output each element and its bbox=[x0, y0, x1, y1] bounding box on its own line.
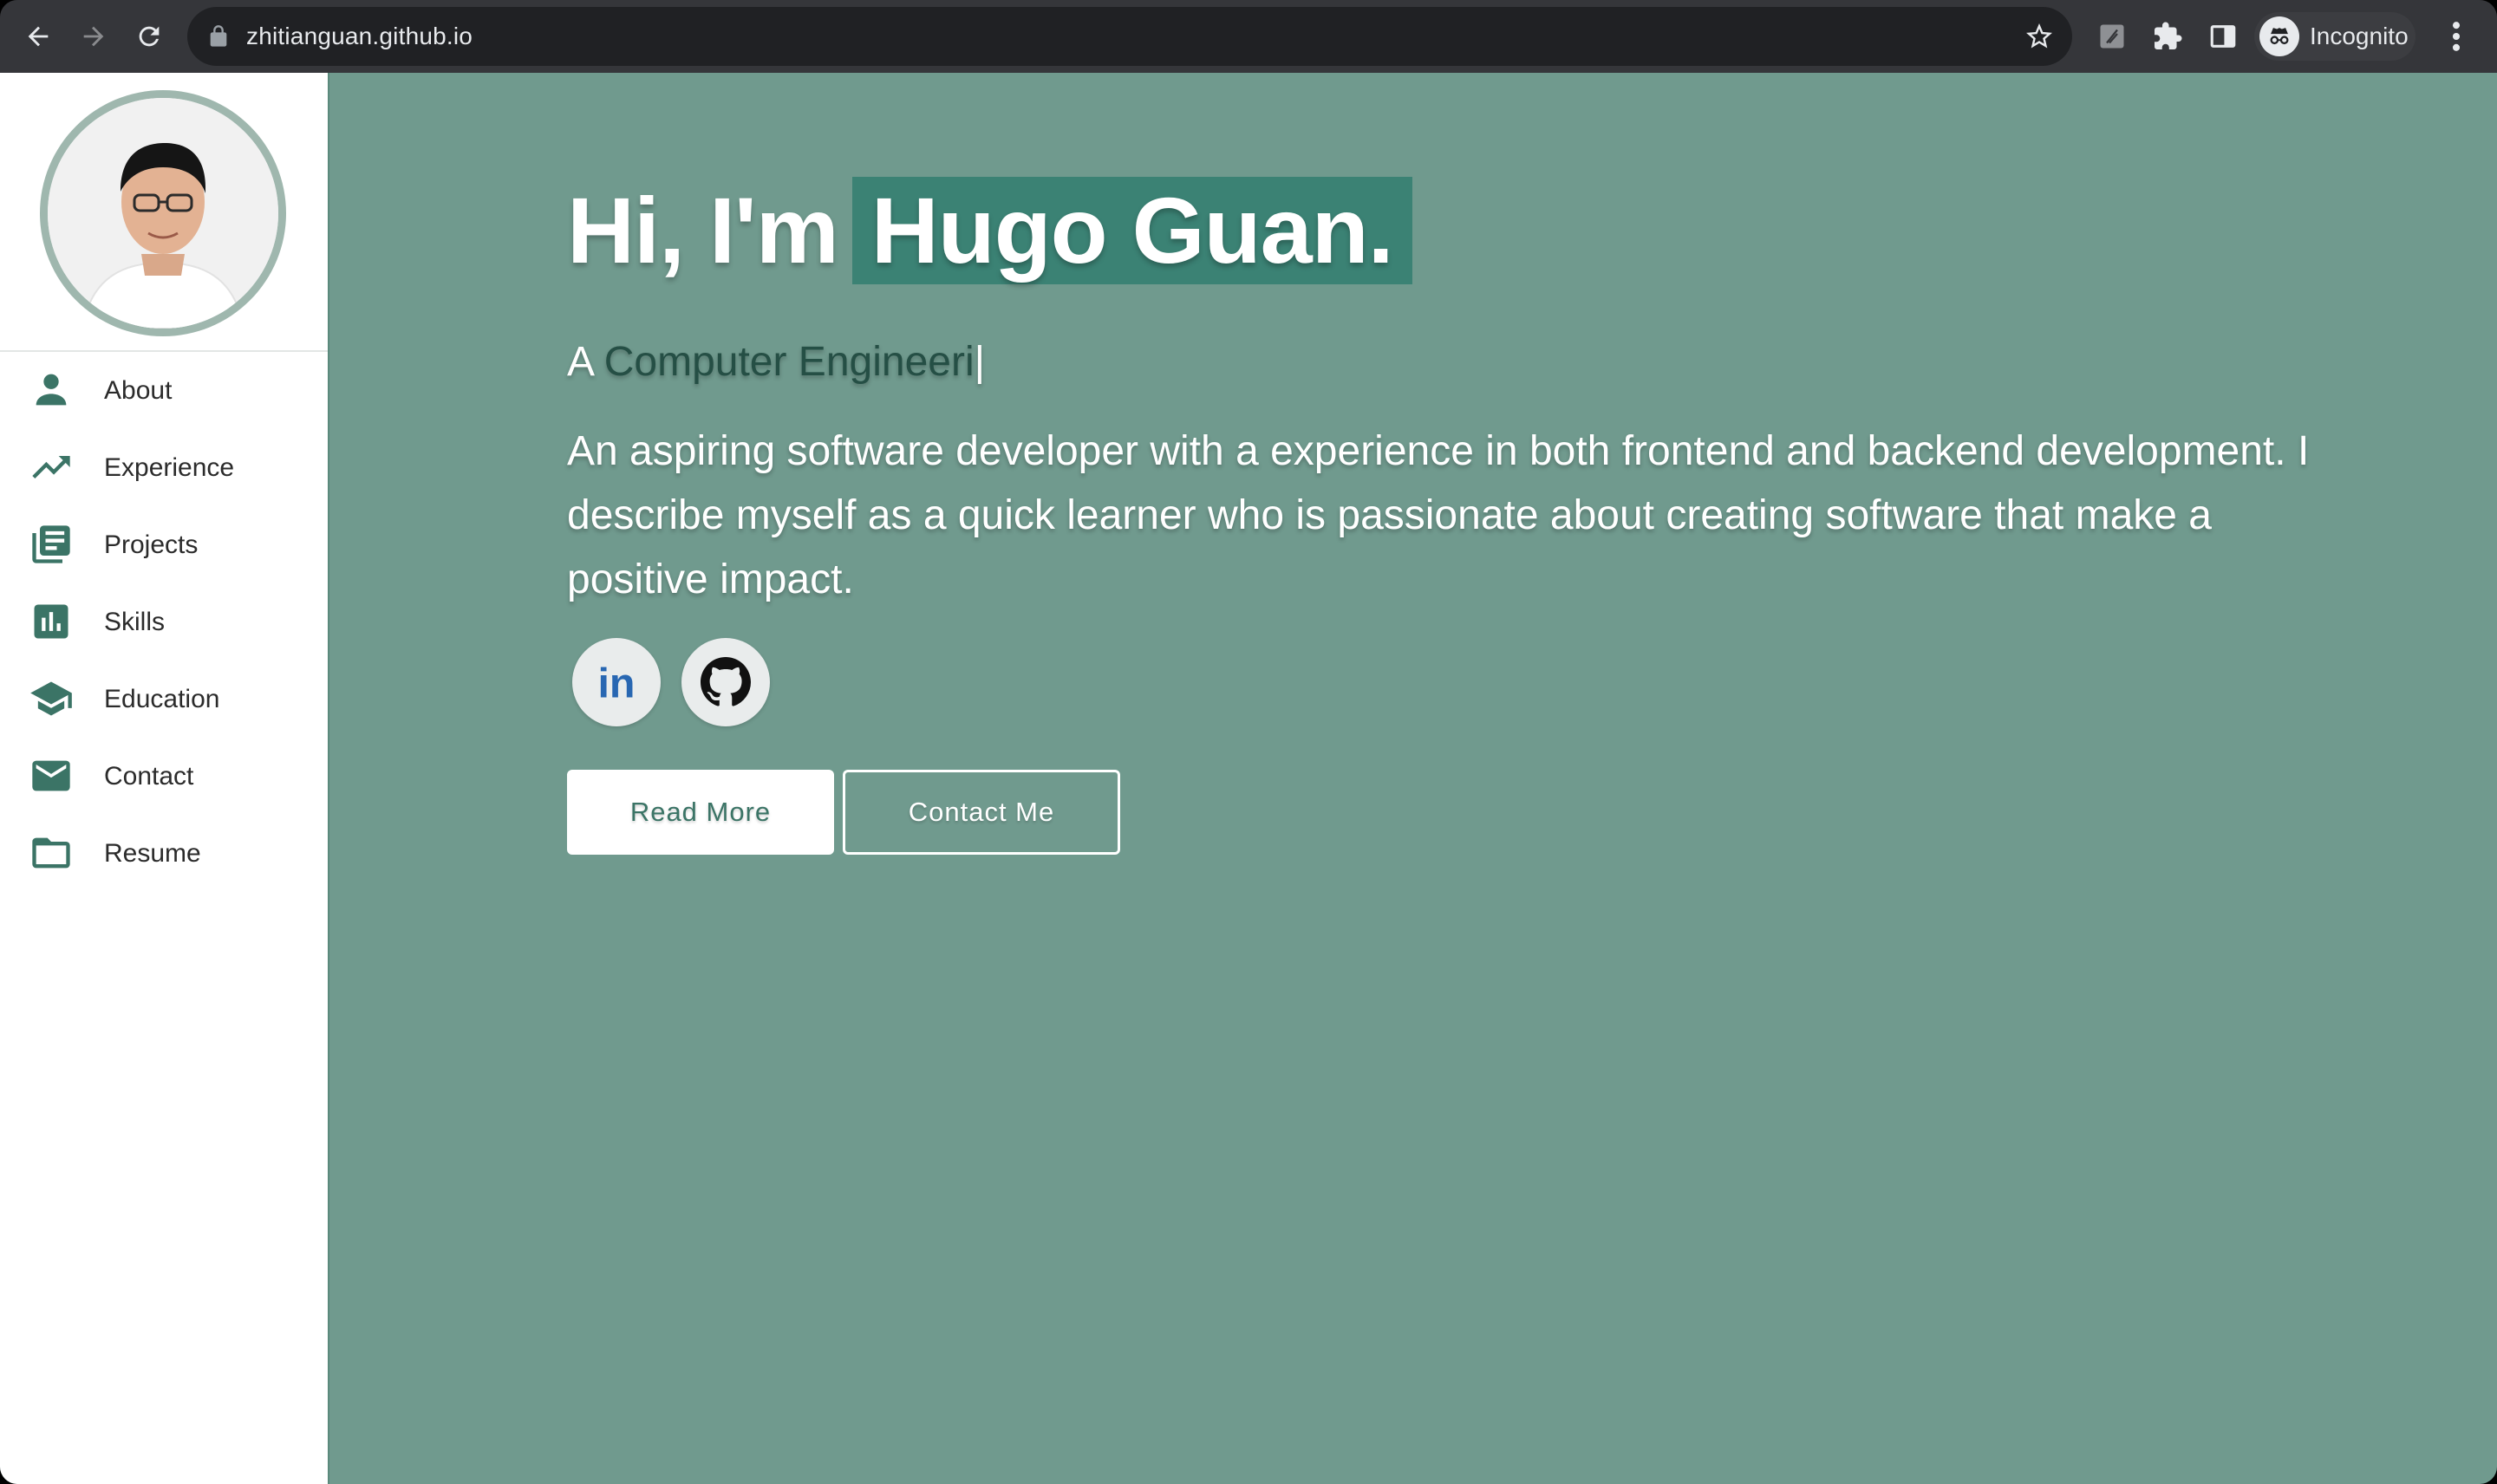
read-more-button[interactable]: Read More bbox=[567, 770, 834, 855]
sidebar-item-experience[interactable]: Experience bbox=[0, 429, 328, 506]
person-icon bbox=[26, 368, 76, 413]
sidebar-item-label: Contact bbox=[104, 761, 194, 791]
github-button[interactable] bbox=[681, 638, 770, 726]
sidebar-item-projects[interactable]: Projects bbox=[0, 506, 328, 583]
hero-name-highlight: Hugo Guan. bbox=[851, 177, 1412, 284]
bar-chart-icon bbox=[26, 599, 76, 644]
social-links: in bbox=[572, 638, 770, 728]
extension-button[interactable] bbox=[2095, 19, 2129, 54]
contact-me-button[interactable]: Contact Me bbox=[843, 770, 1120, 855]
library-books-icon bbox=[26, 522, 76, 567]
reload-button[interactable] bbox=[128, 16, 170, 57]
puzzle-icon bbox=[2155, 22, 2182, 49]
hero-heading: Hi, I'm Hugo Guan. bbox=[567, 177, 1412, 290]
tagline-prefix: A bbox=[567, 339, 593, 385]
profile-photo bbox=[48, 98, 278, 329]
extension-icon bbox=[2100, 24, 2124, 49]
browser-window: zhitianguan.github.io Incognito About Ex… bbox=[0, 0, 2497, 1484]
sidebar-item-contact[interactable]: Contact bbox=[0, 738, 328, 815]
hero-bio: An aspiring software developer with a ex… bbox=[567, 428, 2310, 602]
sidebar-item-resume[interactable]: Resume bbox=[0, 815, 328, 892]
sidebar-item-label: About bbox=[104, 375, 173, 405]
hero-tagline: A Computer Engineeri| bbox=[567, 338, 985, 386]
sidebar: About Experience Projects Skills Educati… bbox=[0, 73, 329, 1484]
sidebar-item-label: Experience bbox=[104, 452, 235, 482]
hero-greeting: Hi, I'm bbox=[567, 178, 839, 283]
trending-up-icon bbox=[26, 445, 76, 490]
back-button[interactable] bbox=[17, 16, 59, 57]
sidebar-item-label: Education bbox=[104, 684, 220, 713]
tagline-typed-text: Computer Engineeri bbox=[603, 339, 975, 385]
side-panel-button[interactable] bbox=[2206, 19, 2240, 54]
github-icon bbox=[701, 657, 751, 706]
hero-buttons: Read More Contact Me bbox=[567, 770, 1120, 855]
reload-icon bbox=[139, 26, 160, 47]
menu-icon[interactable] bbox=[2443, 17, 2469, 55]
sidebar-item-label: Projects bbox=[104, 530, 199, 559]
avatar bbox=[48, 98, 278, 329]
sidebar-item-label: Resume bbox=[104, 838, 201, 868]
sidebar-item-label: Skills bbox=[104, 607, 166, 636]
avatar-frame bbox=[40, 90, 286, 336]
browser-toolbar: zhitianguan.github.io Incognito bbox=[0, 0, 2497, 73]
linkedin-button[interactable]: in bbox=[572, 638, 661, 726]
forward-button[interactable] bbox=[73, 16, 114, 57]
folder-icon bbox=[26, 830, 76, 875]
profile-button[interactable]: Incognito bbox=[2254, 12, 2416, 61]
url-text[interactable]: zhitianguan.github.io bbox=[246, 7, 473, 66]
address-bar[interactable]: zhitianguan.github.io bbox=[187, 7, 2072, 66]
profile-label: Incognito bbox=[2310, 23, 2409, 49]
linkedin-label: in bbox=[597, 661, 635, 707]
sidebar-item-education[interactable]: Education bbox=[0, 661, 328, 738]
school-icon bbox=[26, 676, 76, 721]
mail-icon bbox=[26, 753, 76, 798]
incognito-icon bbox=[2259, 16, 2299, 56]
back-icon bbox=[28, 26, 49, 47]
sidebar-nav: About Experience Projects Skills Educati… bbox=[0, 352, 328, 892]
linkedin-icon: in bbox=[597, 661, 635, 707]
typing-cursor: | bbox=[974, 339, 986, 385]
sidebar-item-skills[interactable]: Skills bbox=[0, 583, 328, 661]
lock-icon[interactable] bbox=[206, 24, 231, 49]
star-icon[interactable] bbox=[2024, 21, 2055, 52]
page: About Experience Projects Skills Educati… bbox=[0, 73, 2497, 1484]
side-panel-icon bbox=[2210, 25, 2236, 48]
forward-icon bbox=[83, 26, 104, 47]
extensions-menu-button[interactable] bbox=[2150, 19, 2185, 54]
sidebar-item-about[interactable]: About bbox=[0, 352, 328, 429]
